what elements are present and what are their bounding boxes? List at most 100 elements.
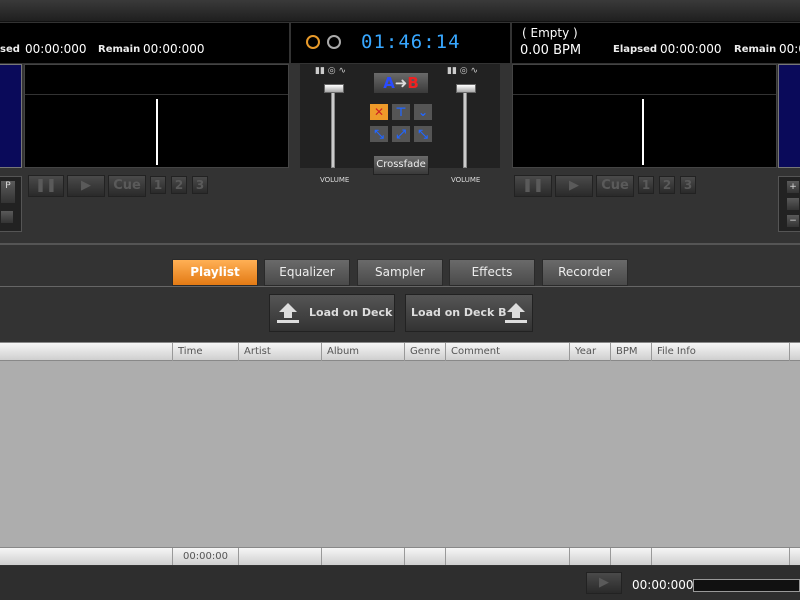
deck-a-playhead (156, 99, 158, 165)
deck-a-elapsed-value: 00:00:000 (25, 42, 87, 56)
deck-b-elapsed-label: Elapsed (613, 44, 658, 55)
deck-a-hotcue-1[interactable]: 1 (150, 176, 166, 194)
deck-b-pitch-reset[interactable] (786, 197, 800, 211)
clock-display: 01:46:14 (361, 31, 461, 53)
column-extra[interactable] (789, 343, 800, 361)
deck-b-title: ( Empty ) (522, 26, 578, 40)
deck-b-volume-track[interactable] (463, 86, 467, 168)
ab-a-label: A (383, 74, 395, 92)
upload-icon (505, 303, 527, 323)
footer-cell (404, 548, 445, 565)
footer-cell (610, 548, 651, 565)
deck-a-remain-label: Remain (98, 44, 141, 55)
deck-a-play-button[interactable]: ▶ (67, 175, 105, 197)
crossfade-button[interactable]: Crossfade (373, 155, 429, 175)
xfade-curve-t-icon[interactable]: ⊤ (391, 103, 411, 121)
column-year[interactable]: Year (569, 343, 610, 361)
preview-player-bar: ▶ 00:00:000 (0, 566, 800, 600)
playlist-footer: 00:00:00 (0, 547, 800, 565)
deck-a-volume-track[interactable] (331, 86, 335, 168)
arrow-right-icon: ➜ (394, 74, 408, 92)
tab-playlist[interactable]: Playlist (172, 259, 258, 286)
deck-a-elapsed-label: sed (0, 44, 20, 55)
preview-play-button[interactable]: ▶ (586, 572, 622, 594)
xfade-curve-v-icon[interactable]: ⌄ (413, 103, 433, 121)
deck-b-volume-knob[interactable] (456, 84, 476, 93)
upload-icon (277, 303, 299, 323)
deck-b-remain-label: Remain (734, 44, 777, 55)
deck-b-overview[interactable] (513, 65, 776, 95)
preview-progress-bar[interactable] (693, 579, 800, 592)
alarm-icon[interactable] (306, 35, 320, 49)
deck-b-play-button[interactable]: ▶ (555, 175, 593, 197)
deck-a-remain-value: 00:00:000 (143, 42, 205, 56)
deck-b-hotcue-3[interactable]: 3 (680, 176, 696, 194)
deck-a-volume-knob[interactable] (324, 84, 344, 93)
deck-a-hotcue-2[interactable]: 2 (171, 176, 187, 194)
xfade-curve-diag3-icon[interactable]: ⤡ (413, 125, 433, 143)
deck-a-overview[interactable] (25, 65, 288, 95)
deck-a-eq-icon[interactable]: ▮▮ ◎ ∿ (315, 66, 346, 76)
preview-time: 00:00:000 (632, 578, 694, 592)
deck-b-playhead (642, 99, 644, 165)
column-file-info[interactable]: File Info (651, 343, 789, 361)
deck-b-pause-button[interactable]: ❚❚ (514, 175, 552, 197)
deck-a-pitch-button[interactable]: P (0, 180, 16, 204)
tab-effects[interactable]: Effects (449, 259, 535, 286)
footer-cell (445, 548, 569, 565)
xfade-curve-diag2-icon[interactable]: ⤢ (391, 125, 411, 143)
tab-recorder[interactable]: Recorder (542, 259, 628, 286)
footer-cell (321, 548, 404, 565)
dj-app-window: sed 00:00:000 Remain 00:00:000 01:46:14 … (0, 0, 800, 600)
deck-b-jog-display[interactable] (778, 64, 800, 168)
deck-b-pitch-minus[interactable]: − (786, 214, 800, 228)
deck-b-hotcue-1[interactable]: 1 (638, 176, 654, 194)
deck-b-hotcue-2[interactable]: 2 (659, 176, 675, 194)
footer-cell (789, 548, 800, 565)
column-comment[interactable]: Comment (445, 343, 569, 361)
deck-b-volume-label: VOLUME (451, 176, 481, 184)
deck-a-volume-label: VOLUME (320, 176, 350, 184)
deck-b-waveform[interactable] (512, 64, 777, 168)
crossfade-curve-grid: ✕ ⊤ ⌄ ⤡ ⤢ ⤡ (368, 101, 434, 147)
playlist-list[interactable] (0, 361, 800, 547)
tab-equalizer[interactable]: Equalizer (264, 259, 350, 286)
column-bpm[interactable]: BPM (610, 343, 651, 361)
a-to-b-button[interactable]: A➜B (373, 72, 429, 94)
tab-sampler[interactable]: Sampler (357, 259, 443, 286)
deck-a-hotcue-3[interactable]: 3 (192, 176, 208, 194)
ab-b-label: B (407, 74, 419, 92)
column-album[interactable]: Album (321, 343, 404, 361)
deck-b-cue-button[interactable]: Cue (596, 175, 634, 197)
deck-b-remain-value: 00:00:0 (779, 42, 800, 56)
title-bar (0, 0, 800, 22)
deck-a-info: sed 00:00:000 Remain 00:00:000 (0, 23, 289, 63)
xfade-curve-diag1-icon[interactable]: ⤡ (369, 125, 389, 143)
footer-cell (569, 548, 610, 565)
deck-a-waveform[interactable] (24, 64, 289, 168)
deck-b-pitch-plus[interactable]: + (786, 180, 800, 194)
deck-a-pause-button[interactable]: ❚❚ (28, 175, 64, 197)
deck-a-pitch-reset[interactable] (0, 210, 14, 224)
stopwatch-icon[interactable] (327, 35, 341, 49)
footer-total-time: 00:00:00 (172, 548, 238, 565)
deck-a-cue-button[interactable]: Cue (108, 175, 146, 197)
tab-underline (0, 286, 800, 287)
load-deck-a-button[interactable]: Load on Deck A (269, 294, 395, 355)
load-deck-b-label: Load on Deck B (411, 306, 507, 319)
load-deck-b-button[interactable]: Load on Deck B (405, 294, 533, 332)
footer-cell (651, 548, 789, 565)
playlist-header: Time Artist Album Genre Comment Year BPM… (0, 342, 800, 361)
column-time[interactable]: Time (172, 343, 238, 361)
xfade-curve-x-icon[interactable]: ✕ (369, 103, 389, 121)
column-genre[interactable]: Genre (404, 343, 445, 361)
deck-b-eq-icon[interactable]: ▮▮ ◎ ∿ (447, 66, 478, 76)
deck-a-jog-display[interactable] (0, 64, 22, 168)
deck-b-info: ( Empty ) 0.00 BPM Elapsed 00:00:000 Rem… (512, 23, 800, 63)
column-artist[interactable]: Artist (238, 343, 321, 361)
deck-b-bpm: 0.00 BPM (520, 43, 582, 58)
clock-panel: 01:46:14 (291, 23, 510, 63)
footer-cell (238, 548, 321, 565)
section-divider (0, 243, 800, 245)
deck-b-elapsed-value: 00:00:000 (660, 42, 722, 56)
